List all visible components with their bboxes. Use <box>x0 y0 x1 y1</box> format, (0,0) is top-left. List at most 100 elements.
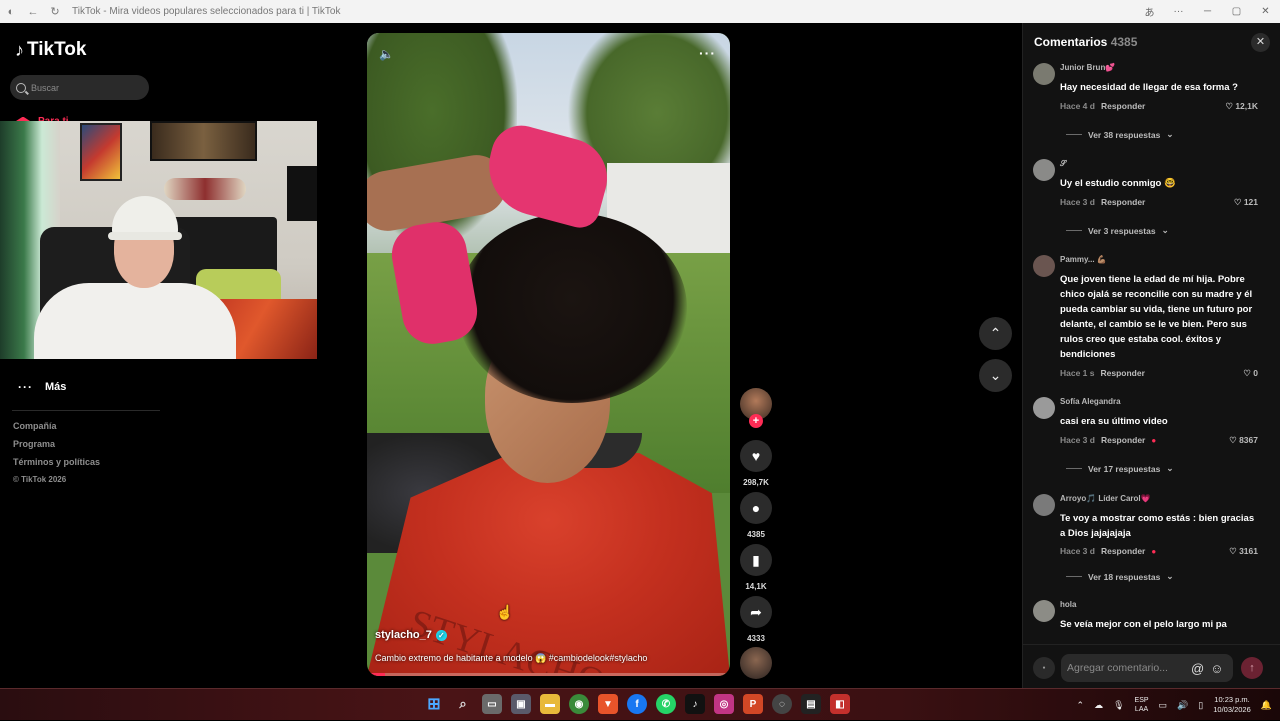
refresh-icon[interactable]: ↻ <box>44 5 66 18</box>
reply-button[interactable]: Responder <box>1101 101 1145 111</box>
video-player[interactable]: STYLACHO 🔈 ··· stylacho_7 ✓ Cambio extre… <box>367 33 730 676</box>
brave-icon[interactable]: ▼ <box>598 694 618 714</box>
obs-icon[interactable]: ◌ <box>772 694 792 714</box>
comment-text: Te voy a mostrar como estás : bien graci… <box>1060 513 1255 539</box>
powerpoint-icon[interactable]: P <box>743 694 763 714</box>
like-action[interactable]: ♥ 298,7K <box>740 440 772 487</box>
creator-liked-icon: ● <box>1151 547 1157 556</box>
comment-bubble-icon[interactable]: ● <box>740 492 772 524</box>
video-more-icon[interactable]: ··· <box>699 45 716 61</box>
follow-plus-icon[interactable]: + <box>749 414 763 428</box>
comment-user[interactable]: Sofía Alegandra <box>1060 397 1121 406</box>
capcut-icon[interactable]: ▤ <box>801 694 821 714</box>
video-author[interactable]: stylacho_7 ✓ <box>375 629 447 641</box>
view-replies-button[interactable]: Ver 17 respuestas ⌄ <box>1066 463 1173 474</box>
mute-icon[interactable]: 🔈 <box>379 47 394 61</box>
app-red-icon[interactable]: ◧ <box>830 694 850 714</box>
comment-action[interactable]: ● 4385 <box>740 492 772 539</box>
reply-button[interactable]: Responder <box>1101 435 1145 445</box>
avatar[interactable] <box>1033 397 1055 419</box>
comment-meta: Hace 3 d Responder <box>1060 197 1145 207</box>
heart-outline-icon: ♡ <box>1229 546 1237 556</box>
folder-icon[interactable]: ▬ <box>540 694 560 714</box>
footer-link-company[interactable]: Compañía <box>13 421 100 431</box>
share-arrow-icon[interactable]: ➦ <box>740 596 772 628</box>
whatsapp-icon[interactable]: ✆ <box>656 694 676 714</box>
volume-icon[interactable]: 🔊 <box>1177 700 1188 711</box>
windows-start-icon[interactable]: ⊞ <box>424 694 444 714</box>
view-replies-button[interactable]: Ver 18 respuestas ⌄ <box>1066 571 1173 582</box>
avatar[interactable] <box>1033 255 1055 277</box>
back-icon[interactable]: ← <box>22 6 44 18</box>
webcam-skateboard <box>164 178 246 200</box>
emoji-icon[interactable]: ☺ <box>1210 661 1223 676</box>
comment-item: Pammy... 💪🏽 Que joven tiene la edad de m… <box>1033 255 1273 385</box>
network-icon[interactable]: ▭ <box>1159 700 1168 711</box>
comment-like[interactable]: ♡ 12,1K <box>1225 101 1258 112</box>
comment-like[interactable]: ♡ 121 <box>1234 197 1258 208</box>
search-taskbar-icon[interactable]: ⌕ <box>453 694 473 714</box>
search-input[interactable] <box>31 82 131 93</box>
facebook-icon[interactable]: f <box>627 694 647 714</box>
view-replies-button[interactable]: Ver 3 respuestas ⌄ <box>1066 225 1169 236</box>
sound-disc-avatar[interactable] <box>740 647 772 679</box>
creator-avatar[interactable]: + <box>740 388 772 428</box>
mention-icon[interactable]: @ <box>1191 661 1204 676</box>
previous-video-button[interactable]: ⌃ <box>979 317 1012 350</box>
avatar[interactable] <box>1033 600 1055 622</box>
heart-icon[interactable]: ♥ <box>740 440 772 472</box>
tray-chevron-icon[interactable]: ⌃ <box>1077 700 1085 711</box>
onedrive-icon[interactable]: ☁ <box>1094 700 1103 711</box>
share-action[interactable]: ➦ 4333 <box>740 596 772 643</box>
language-indicator[interactable]: ESP LAA <box>1135 696 1149 714</box>
menu-dots-icon[interactable]: ··· <box>1164 6 1193 17</box>
maximize-icon[interactable]: ▢ <box>1222 6 1251 17</box>
comment-user[interactable]: 𝒮 <box>1060 159 1066 169</box>
next-video-button[interactable]: ⌄ <box>979 359 1012 392</box>
nav-more-label: Más <box>45 381 67 393</box>
tiktok-taskbar-icon[interactable]: ♪ <box>685 694 705 714</box>
send-comment-button[interactable]: ↑ <box>1241 657 1263 679</box>
avatar[interactable] <box>1033 159 1055 181</box>
tiktok-logo[interactable]: ♪ TikTok <box>15 39 86 61</box>
comment-user[interactable]: hola <box>1060 600 1076 609</box>
comment-user[interactable]: Pammy... 💪🏽 <box>1060 255 1107 264</box>
webcam-person-body <box>34 283 236 359</box>
store-icon[interactable]: ▣ <box>511 694 531 714</box>
chrome-icon[interactable]: ◉ <box>569 694 589 714</box>
view-replies-button[interactable]: Ver 38 respuestas ⌄ <box>1066 129 1173 140</box>
save-action[interactable]: ▮ 14,1K <box>740 544 772 591</box>
nav-more[interactable]: ··· Más <box>18 380 66 394</box>
task-view-icon[interactable]: ▭ <box>482 694 502 714</box>
comment-input[interactable] <box>1067 662 1185 674</box>
reply-button[interactable]: Responder <box>1101 546 1145 556</box>
comment-user[interactable]: Arroyo🎵 Líder Carol💗 <box>1060 494 1151 503</box>
replies-line <box>1066 230 1082 231</box>
video-progress-bar[interactable] <box>367 673 730 676</box>
browser-titlebar: ◐ ← ↻ TikTok - Mira videos populares sel… <box>0 0 1280 23</box>
footer-link-terms[interactable]: Términos y políticas <box>13 457 100 467</box>
video-person-hair <box>457 213 687 403</box>
search-bar[interactable] <box>10 75 149 100</box>
close-window-icon[interactable]: ✕ <box>1251 6 1280 17</box>
comment-like[interactable]: ♡ 8367 <box>1229 435 1258 446</box>
close-comments-button[interactable]: ✕ <box>1251 33 1270 52</box>
reply-button[interactable]: Responder <box>1101 197 1145 207</box>
reply-button[interactable]: Responder <box>1101 368 1145 378</box>
video-caption[interactable]: Cambio extremo de habitante a modelo 😱 #… <box>375 653 647 664</box>
avatar[interactable] <box>1033 494 1055 516</box>
avatar[interactable] <box>1033 63 1055 85</box>
instagram-icon[interactable]: ◎ <box>714 694 734 714</box>
battery-icon[interactable]: ▯ <box>1198 700 1203 711</box>
microphone-icon[interactable]: 🎙 <box>1113 700 1124 711</box>
footer-link-program[interactable]: Programa <box>13 439 100 449</box>
comment-user[interactable]: Junior Brun💕 <box>1060 63 1115 72</box>
clock[interactable]: 10:23 p.m. 10/03/2026 <box>1213 695 1251 715</box>
minimize-icon[interactable]: ─ <box>1193 6 1222 17</box>
comment-input-box[interactable]: @ ☺ <box>1061 654 1233 682</box>
comment-like[interactable]: ♡ 0 <box>1243 368 1258 379</box>
notification-bell-icon[interactable]: 🔔 <box>1261 700 1272 711</box>
bookmark-icon[interactable]: ▮ <box>740 544 772 576</box>
translate-icon[interactable]: あ <box>1135 4 1164 19</box>
comment-like[interactable]: ♡ 3161 <box>1229 546 1258 557</box>
